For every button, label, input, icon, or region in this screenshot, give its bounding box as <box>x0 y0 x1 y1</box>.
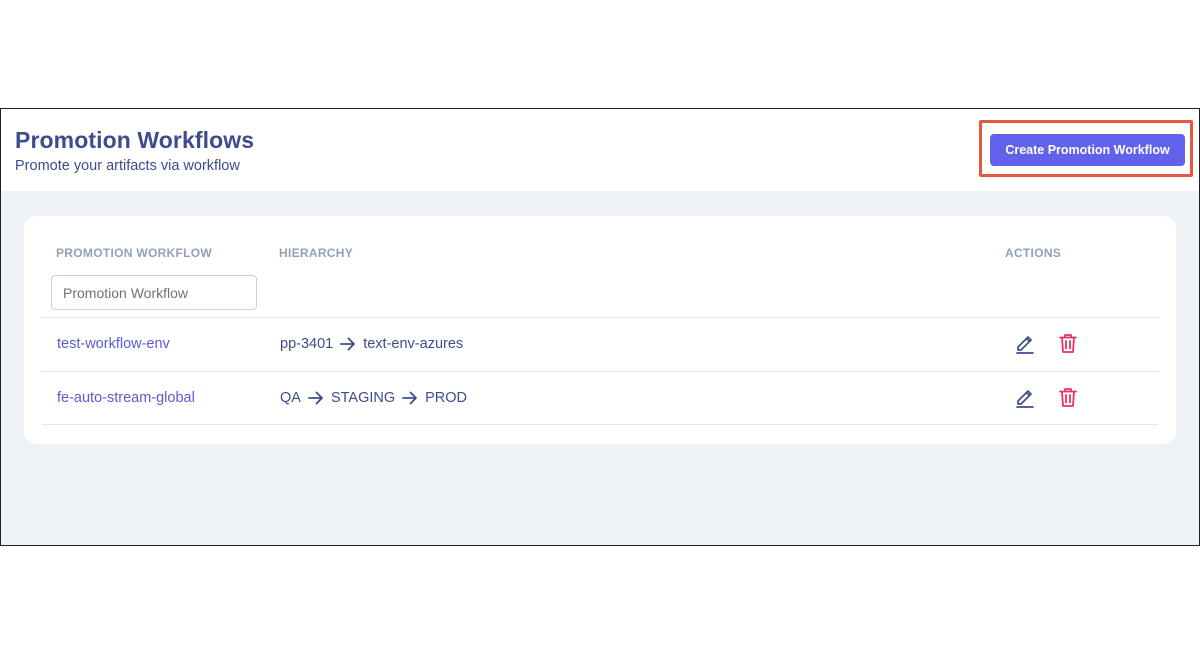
app-frame: Promotion Workflows Promote your artifac… <box>0 108 1200 546</box>
workflows-table-card: PROMOTION WORKFLOW HIERARCHY ACTIONS tes… <box>24 216 1176 444</box>
pencil-icon <box>1014 332 1036 359</box>
hierarchy-stage: pp-3401 <box>280 336 334 352</box>
workflow-name-link[interactable]: test-workflow-env <box>57 336 170 352</box>
arrow-right-icon <box>340 337 356 351</box>
pencil-icon <box>1014 386 1036 413</box>
page-header: Promotion Workflows Promote your artifac… <box>1 109 1199 191</box>
column-header-hierarchy: HIERARCHY <box>279 246 354 260</box>
trash-icon <box>1057 386 1079 413</box>
page-title: Promotion Workflows <box>15 127 255 153</box>
create-promotion-workflow-button[interactable]: Create Promotion Workflow <box>990 134 1185 166</box>
arrow-right-icon <box>402 391 418 405</box>
delete-workflow-button[interactable] <box>1056 333 1080 357</box>
trash-icon <box>1057 332 1079 359</box>
delete-workflow-button[interactable] <box>1056 387 1080 411</box>
column-header-actions: ACTIONS <box>1005 246 1062 260</box>
hierarchy-chain: pp-3401 text-env-azures <box>280 336 463 352</box>
page-subtitle: Promote your artifacts via workflow <box>15 158 240 174</box>
workflow-name-link[interactable]: fe-auto-stream-global <box>57 390 195 406</box>
edit-workflow-button[interactable] <box>1013 333 1037 357</box>
content-area: PROMOTION WORKFLOW HIERARCHY ACTIONS tes… <box>1 191 1199 545</box>
edit-workflow-button[interactable] <box>1013 387 1037 411</box>
hierarchy-chain: QA STAGING PROD <box>280 390 467 406</box>
arrow-right-icon <box>308 391 324 405</box>
column-header-workflow: PROMOTION WORKFLOW <box>56 246 213 260</box>
workflow-filter-input[interactable] <box>51 275 257 310</box>
hierarchy-stage: STAGING <box>330 390 396 406</box>
table-row: fe-auto-stream-global QA STAGING PROD <box>42 371 1158 425</box>
table-row: test-workflow-env pp-3401 text-env-azure… <box>42 317 1158 371</box>
hierarchy-stage: QA <box>280 390 301 406</box>
hierarchy-stage: PROD <box>425 390 468 406</box>
hierarchy-stage: text-env-azures <box>363 336 464 352</box>
